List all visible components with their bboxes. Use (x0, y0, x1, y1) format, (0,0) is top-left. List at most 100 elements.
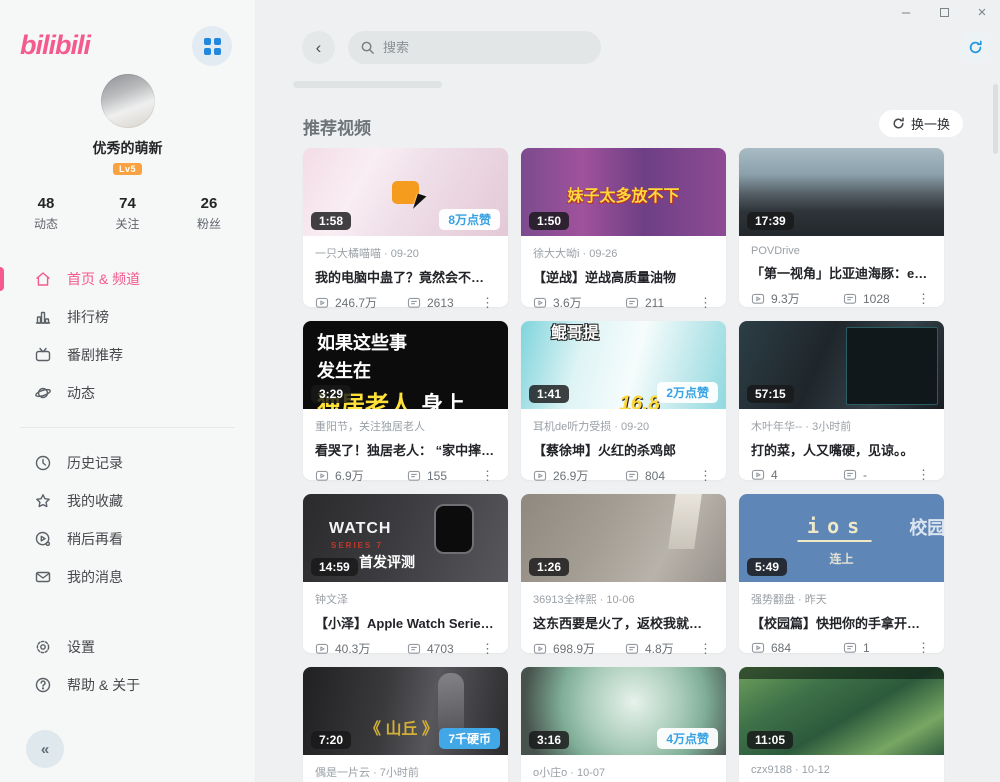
planet-icon (34, 384, 52, 402)
back-button[interactable]: ‹ (302, 31, 335, 64)
video-card[interactable]: 16.8鲲哥提 1:41 2万点赞 耳机de听力受损 · 09-20 【蔡徐坤】… (521, 321, 726, 480)
sidebar-item-watch-later[interactable]: 稍后再看 (0, 520, 255, 558)
loading-bar (293, 81, 442, 88)
play-count-value: 26.9万 (553, 467, 588, 484)
sidebar-item-home[interactable]: 首页 & 频道 (0, 260, 255, 298)
sidebar-item-help[interactable]: 帮助 & 关于 (0, 666, 255, 704)
video-thumbnail[interactable]: 妹子太多放不下 1:50 (521, 148, 726, 236)
video-thumbnail[interactable]: 16.8鲲哥提 1:41 2万点赞 (521, 321, 726, 409)
collapse-sidebar-button[interactable]: « (26, 730, 64, 768)
tv-icon (34, 346, 52, 364)
video-card[interactable]: 1:58 8万点赞 一只大橘喵喵 · 09-20 我的电脑中蛊了？竟然会不停自动… (303, 148, 508, 307)
video-thumbnail[interactable]: 身上独居老人发生在如果这些事 3:29 (303, 321, 508, 409)
uploader-name[interactable]: 徐大大呦i · 09-26 (533, 245, 714, 261)
more-options-button[interactable]: ⋮ (479, 641, 496, 657)
video-thumbnail[interactable]: 3:16 4万点赞 (521, 667, 726, 755)
video-card[interactable]: 11:05 czx9188 · 10-12 (739, 667, 944, 782)
video-thumbnail[interactable]: 1:58 8万点赞 (303, 148, 508, 236)
uploader-name[interactable]: czx9188 · 10-12 (751, 764, 932, 776)
search-input[interactable] (383, 40, 573, 55)
video-title[interactable]: 【蔡徐坤】火红的杀鸡郎 (533, 440, 714, 459)
uploader-name[interactable]: o小庄o · 10-07 (533, 764, 714, 780)
apps-grid-icon (204, 38, 221, 55)
sidebar-item-settings[interactable]: 设置 (0, 628, 255, 666)
uploader-name[interactable]: POVDrive (751, 245, 932, 257)
video-meta: 一只大橘喵喵 · 09-20 我的电脑中蛊了？竟然会不停自动生出... 246.… (303, 236, 508, 311)
video-card[interactable]: 校园连上ios 5:49 强势翻盘 · 昨天 【校园篇】快把你的手拿开，让快捷指… (739, 494, 944, 653)
comment-count-icon (625, 643, 639, 655)
stat-followers[interactable]: 26 粉丝 (197, 195, 221, 232)
uploader-name[interactable]: 偶是一片云 · 7小时前 (315, 764, 496, 780)
stat-dynamics[interactable]: 48 动态 (34, 195, 58, 232)
video-title[interactable]: 【校园篇】快把你的手拿开，让快捷指... (751, 613, 932, 632)
video-card[interactable]: 妹子太多放不下 1:50 徐大大呦i · 09-26 【逆战】逆战高质量油物 3… (521, 148, 726, 307)
more-options-button[interactable]: ⋮ (915, 640, 932, 656)
shuffle-button[interactable]: 换一换 (879, 110, 963, 137)
video-thumbnail[interactable]: 11:05 (739, 667, 944, 755)
video-title[interactable]: 看哭了！独居老人： “家中摔倒，最痛... (315, 440, 496, 459)
uploader-name[interactable]: 重阳节，关注独居老人 (315, 418, 496, 434)
video-thumbnail[interactable]: 1:26 (521, 494, 726, 582)
uploader-name[interactable]: 木叶年华-- · 3小时前 (751, 418, 932, 434)
uploader-name[interactable]: 耳机de听力受损 · 09-20 (533, 418, 714, 434)
video-thumbnail[interactable]: 首发评测SERIES 7WATCH 14:59 (303, 494, 508, 582)
uploader-name[interactable]: 一只大橘喵喵 · 09-20 (315, 245, 496, 261)
video-title[interactable]: 「第一视角」比亚迪海豚：e平台3.0首... (751, 263, 932, 282)
avatar[interactable] (101, 74, 155, 128)
video-card[interactable]: 3:16 4万点赞 o小庄o · 10-07 (521, 667, 726, 782)
close-button[interactable]: × (974, 4, 990, 20)
sidebar-item-messages[interactable]: 我的消息 (0, 558, 255, 596)
video-title[interactable]: 这东西要是火了，返校我就跳给全班同... (533, 613, 714, 632)
more-options-button[interactable]: ⋮ (479, 468, 496, 484)
sidebar-item-history[interactable]: 历史记录 (0, 444, 255, 482)
play-count: 9.3万 (751, 290, 843, 307)
stat-following[interactable]: 74 关注 (115, 195, 139, 232)
comment-count-icon (843, 293, 857, 305)
more-options-button[interactable]: ⋮ (479, 295, 496, 311)
scrollbar-thumb[interactable] (993, 84, 998, 154)
play-count-value: 246.7万 (335, 294, 377, 311)
comment-count-value: 804 (645, 469, 665, 483)
sidebar-item-bangumi[interactable]: 番剧推荐 (0, 336, 255, 374)
uploader-name[interactable]: 强势翻盘 · 昨天 (751, 591, 932, 607)
refresh-button[interactable] (960, 32, 991, 63)
home-icon (34, 270, 52, 288)
video-title[interactable]: 【逆战】逆战高质量油物 (533, 267, 714, 286)
more-options-button[interactable]: ⋮ (697, 468, 714, 484)
video-title[interactable]: 我的电脑中蛊了？竟然会不停自动生出... (315, 267, 496, 286)
video-thumbnail[interactable]: 校园连上ios 5:49 (739, 494, 944, 582)
duration-badge: 1:58 (311, 212, 351, 230)
more-options-button[interactable]: ⋮ (697, 641, 714, 657)
video-stats: 6.9万 155 ⋮ (315, 467, 496, 484)
video-card[interactable]: 身上独居老人发生在如果这些事 3:29 重阳节，关注独居老人 看哭了！独居老人：… (303, 321, 508, 480)
sidebar-item-dynamics[interactable]: 动态 (0, 374, 255, 412)
search-bar[interactable] (348, 31, 601, 64)
uploader-name[interactable]: 36913全梓熙 · 10-06 (533, 591, 714, 607)
video-title[interactable]: 【小泽】Apple Watch Series 7评测：... (315, 613, 496, 632)
video-card[interactable]: 17:39 POVDrive 「第一视角」比亚迪海豚：e平台3.0首... 9.… (739, 148, 944, 307)
maximize-icon (940, 8, 949, 17)
video-thumbnail[interactable]: 《 山丘 》 7:20 7千硬币 (303, 667, 508, 755)
thumbnail-overlay-text: WATCH (329, 520, 391, 538)
video-thumbnail[interactable]: 17:39 (739, 148, 944, 236)
thumbnail-overlay-text: 身上 (421, 387, 465, 409)
video-card[interactable]: 1:26 36913全梓熙 · 10-06 这东西要是火了，返校我就跳给全班同.… (521, 494, 726, 653)
minimize-button[interactable]: – (898, 4, 914, 20)
video-meta: o小庄o · 10-07 (521, 755, 726, 782)
video-title[interactable]: 打的菜，人又嘴硬，见谅。。 (751, 440, 932, 459)
more-options-button[interactable]: ⋮ (697, 295, 714, 311)
video-meta: 36913全梓熙 · 10-06 这东西要是火了，返校我就跳给全班同... 69… (521, 582, 726, 657)
video-card[interactable]: 《 山丘 》 7:20 7千硬币 偶是一片云 · 7小时前 (303, 667, 508, 782)
thumbnail-overlay-text: 鲲哥提 (551, 325, 569, 343)
apps-button[interactable] (192, 26, 232, 66)
sidebar-item-favorites[interactable]: 我的收藏 (0, 482, 255, 520)
video-card[interactable]: 57:15 木叶年华-- · 3小时前 打的菜，人又嘴硬，见谅。。 4 - ⋮ (739, 321, 944, 480)
video-thumbnail[interactable]: 57:15 (739, 321, 944, 409)
uploader-name[interactable]: 钟文泽 (315, 591, 496, 607)
sidebar-item-ranking[interactable]: 排行榜 (0, 298, 255, 336)
maximize-button[interactable] (936, 4, 952, 20)
more-options-button[interactable]: ⋮ (915, 291, 932, 307)
more-options-button[interactable]: ⋮ (915, 467, 932, 483)
stat-label: 粉丝 (197, 215, 221, 232)
video-card[interactable]: 首发评测SERIES 7WATCH 14:59 钟文泽 【小泽】Apple Wa… (303, 494, 508, 653)
